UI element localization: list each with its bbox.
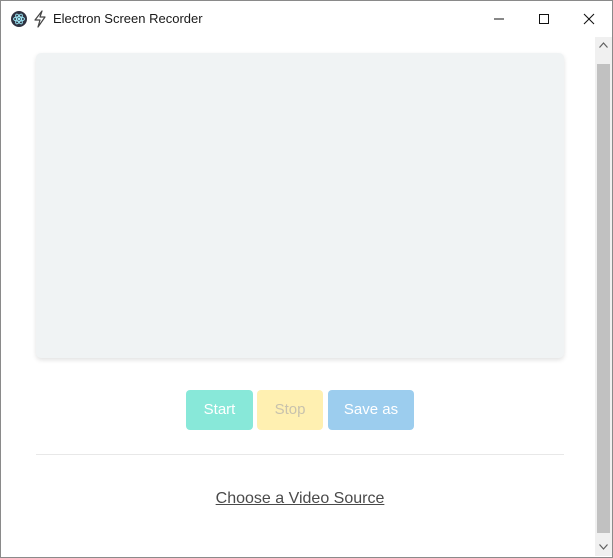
minimize-button[interactable] [476, 1, 522, 37]
vertical-scrollbar[interactable] [595, 37, 612, 556]
electron-logo-icon [11, 11, 27, 27]
title-bar[interactable]: Electron Screen Recorder [1, 1, 612, 37]
maximize-icon [539, 14, 549, 24]
choose-video-source-link[interactable]: Choose a Video Source [1, 490, 599, 508]
stop-button[interactable]: Stop [257, 390, 323, 430]
close-button[interactable] [566, 1, 612, 37]
lightning-bolt-icon [32, 10, 48, 28]
save-as-button[interactable]: Save as [328, 390, 414, 430]
chevron-down-icon [599, 544, 608, 550]
scroll-down-button[interactable] [595, 539, 612, 556]
chevron-up-icon [599, 42, 608, 48]
scroll-up-button[interactable] [595, 37, 612, 54]
divider [36, 454, 564, 455]
maximize-button[interactable] [521, 1, 567, 37]
start-button[interactable]: Start [186, 390, 253, 430]
minimize-icon [494, 18, 504, 20]
app-window: Electron Screen Recorder Start Stop Save… [0, 0, 613, 558]
window-title: Electron Screen Recorder [53, 11, 203, 26]
video-preview [36, 53, 564, 358]
close-icon [583, 13, 595, 25]
scroll-thumb[interactable] [597, 64, 610, 533]
